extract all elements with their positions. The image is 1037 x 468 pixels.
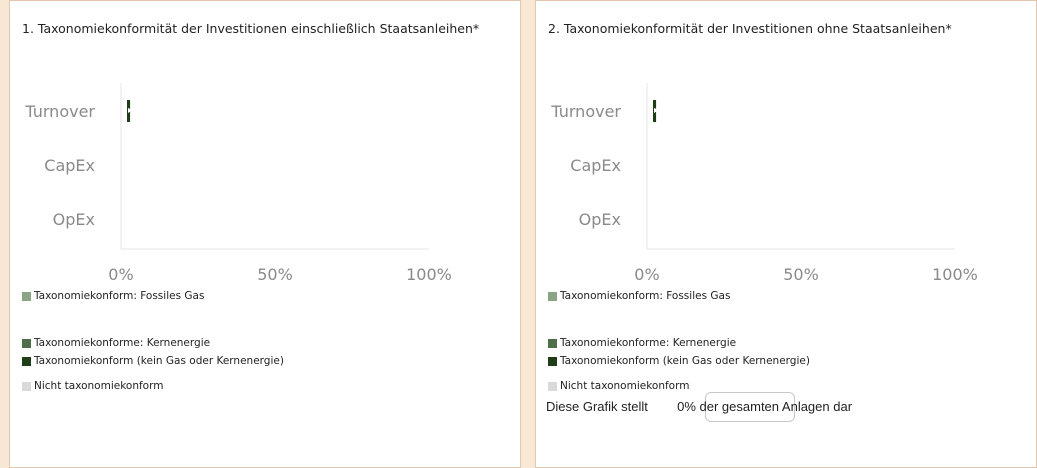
portfolio-share-note: Diese Grafik stellt 0% der gesamten Anla…	[546, 392, 853, 422]
legend-swatch	[548, 291, 557, 301]
bar-notch	[128, 108, 133, 113]
x-tick-label: 100%	[406, 265, 452, 284]
y-tick-label: Turnover	[24, 102, 95, 121]
legend-label: Taxonomiekonform (kein Gas oder Kernener…	[34, 355, 284, 367]
legend-swatch	[548, 338, 557, 348]
x-tick-label: 50%	[257, 265, 293, 284]
x-tick-label: 0%	[108, 265, 133, 284]
legend-item-aligned-other: Taxonomiekonform (kein Gas oder Kernener…	[548, 355, 810, 369]
legend-item-fossil-gas: Taxonomiekonform: Fossiles Gas	[22, 290, 204, 304]
bar-chart: Turnover CapEx OpEx 0% 50% 100%	[24, 83, 452, 284]
footnote-prefix: Diese Grafik stellt	[546, 399, 648, 414]
legend-swatch	[548, 381, 557, 391]
legend-label: Taxonomiekonforme: Kernenergie	[34, 337, 211, 349]
legend-label: Taxonomiekonforme: Kernenergie	[560, 337, 737, 349]
x-tick-label: 100%	[932, 265, 978, 284]
x-tick-label: 50%	[783, 265, 819, 284]
y-tick-label: OpEx	[53, 210, 95, 229]
y-tick-label: CapEx	[44, 156, 95, 175]
legend-label: Taxonomiekonform: Fossiles Gas	[560, 290, 731, 302]
legend-item-not-aligned: Nicht taxonomiekonform	[548, 380, 689, 394]
chart-panel-1: 1. Taxonomiekonformität der Investitione…	[9, 0, 521, 468]
y-tick-label: CapEx	[570, 156, 621, 175]
legend-swatch	[22, 291, 31, 301]
legend-label: Nicht taxonomiekonform	[560, 380, 690, 392]
y-tick-label: OpEx	[579, 210, 621, 229]
legend-item-nuclear: Taxonomiekonforme: Kernenergie	[22, 337, 210, 351]
bar-chart: Turnover CapEx OpEx 0% 50% 100%	[550, 83, 978, 284]
legend-item-aligned-other: Taxonomiekonform (kein Gas oder Kernener…	[22, 355, 284, 369]
chart-panel-2: 2. Taxonomiekonformität der Investitione…	[535, 0, 1037, 468]
x-tick-label: 0%	[634, 265, 659, 284]
legend-swatch	[548, 356, 557, 366]
legend-item-nuclear: Taxonomiekonforme: Kernenergie	[548, 337, 736, 351]
legend-label: Taxonomiekonform: Fossiles Gas	[34, 290, 205, 302]
legend-swatch	[22, 381, 31, 391]
legend-swatch	[22, 338, 31, 348]
y-tick-label: Turnover	[550, 102, 621, 121]
footnote-suffix: % der gesamten Anlagen dar	[684, 399, 853, 414]
bar-notch	[654, 108, 659, 113]
legend-item-fossil-gas: Taxonomiekonform: Fossiles Gas	[548, 290, 730, 304]
legend-item-not-aligned: Nicht taxonomiekonform	[22, 380, 163, 394]
legend-swatch	[22, 356, 31, 366]
legend-label: Nicht taxonomiekonform	[34, 380, 164, 392]
legend-label: Taxonomiekonform (kein Gas oder Kernener…	[560, 355, 810, 367]
